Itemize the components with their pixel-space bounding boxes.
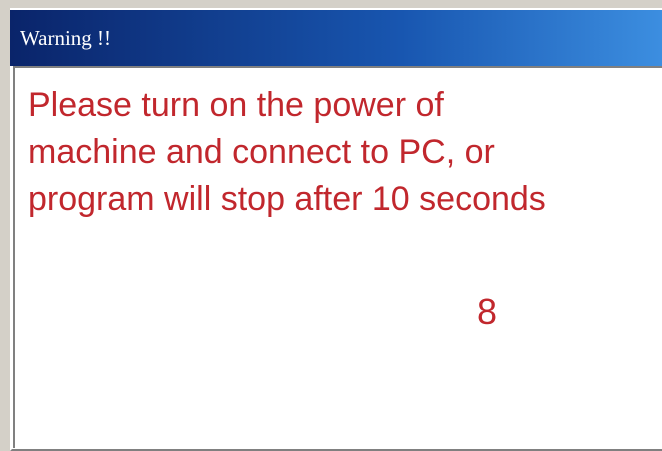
warning-dialog: Warning !! Please turn on the power of m… bbox=[0, 0, 662, 451]
window-title: Warning !! bbox=[20, 25, 112, 50]
warning-message: Please turn on the power of machine and … bbox=[28, 82, 662, 223]
message-line-1: Please turn on the power of bbox=[28, 86, 444, 124]
title-bar[interactable]: Warning !! bbox=[10, 10, 662, 66]
countdown-timer: 8 bbox=[477, 291, 498, 332]
message-line-3: program will stop after 10 seconds bbox=[28, 180, 546, 218]
message-line-2: machine and connect to PC, or bbox=[28, 133, 495, 171]
dialog-content: Please turn on the power of machine and … bbox=[13, 66, 662, 448]
